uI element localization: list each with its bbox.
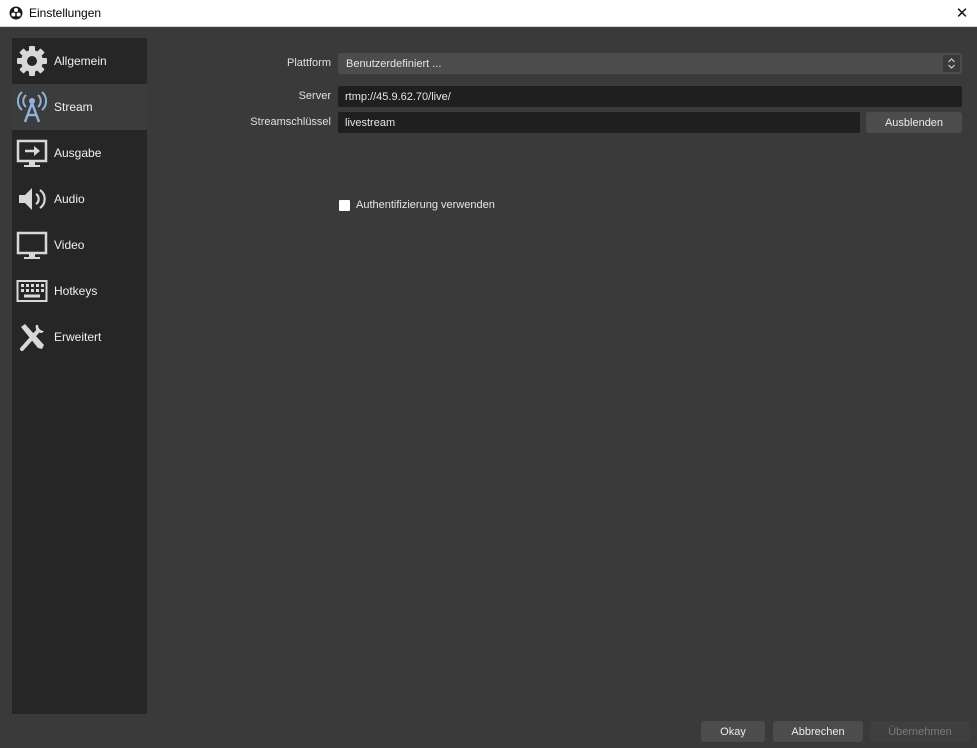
- keyboard-icon: [15, 274, 49, 308]
- sidebar-item-label: Ausgabe: [54, 146, 102, 160]
- ok-button[interactable]: Okay: [701, 721, 765, 742]
- settings-sidebar: Allgemein Stream Ausgabe Audio Video Hot…: [12, 38, 147, 714]
- sidebar-item-video[interactable]: Video: [12, 222, 147, 268]
- speaker-icon: [15, 182, 49, 216]
- sidebar-item-label: Video: [54, 238, 85, 252]
- output-icon: [15, 136, 49, 170]
- sidebar-item-erweitert[interactable]: Erweitert: [12, 314, 147, 360]
- chevron-updown-icon: [943, 55, 960, 72]
- stream-key-label: Streamschlüssel: [250, 116, 331, 128]
- cancel-button[interactable]: Abbrechen: [773, 721, 863, 742]
- gear-icon: [15, 44, 49, 78]
- sidebar-item-label: Stream: [54, 100, 93, 114]
- apply-button[interactable]: Übernehmen: [870, 721, 970, 742]
- sidebar-item-label: Audio: [54, 192, 85, 206]
- auth-checkbox[interactable]: [339, 199, 350, 211]
- auth-checkbox-row[interactable]: Authentifizierung verwenden: [339, 199, 495, 211]
- window-title: Einstellungen: [29, 6, 102, 20]
- stream-key-input[interactable]: [338, 112, 860, 133]
- hide-key-button[interactable]: Ausblenden: [866, 112, 962, 133]
- platform-value: Benutzerdefiniert ...: [346, 57, 442, 70]
- auth-checkbox-label: Authentifizierung verwenden: [356, 199, 495, 211]
- server-label: Server: [298, 90, 331, 102]
- sidebar-item-allgemein[interactable]: Allgemein: [12, 38, 147, 84]
- sidebar-item-label: Hotkeys: [54, 284, 98, 298]
- platform-select[interactable]: Benutzerdefiniert ...: [338, 53, 962, 74]
- sidebar-item-label: Erweitert: [54, 330, 102, 344]
- antenna-icon: [15, 90, 49, 124]
- monitor-icon: [15, 228, 49, 262]
- platform-label: Plattform: [286, 57, 331, 69]
- tools-icon: [15, 320, 49, 354]
- obs-logo-icon: [9, 6, 23, 20]
- sidebar-item-stream[interactable]: Stream: [12, 84, 147, 130]
- title-bar: Einstellungen ✕: [0, 0, 977, 27]
- sidebar-item-label: Allgemein: [54, 54, 107, 68]
- sidebar-item-ausgabe[interactable]: Ausgabe: [12, 130, 147, 176]
- sidebar-item-hotkeys[interactable]: Hotkeys: [12, 268, 147, 314]
- sidebar-item-audio[interactable]: Audio: [12, 176, 147, 222]
- server-input[interactable]: [338, 86, 962, 107]
- close-icon[interactable]: ✕: [947, 0, 977, 26]
